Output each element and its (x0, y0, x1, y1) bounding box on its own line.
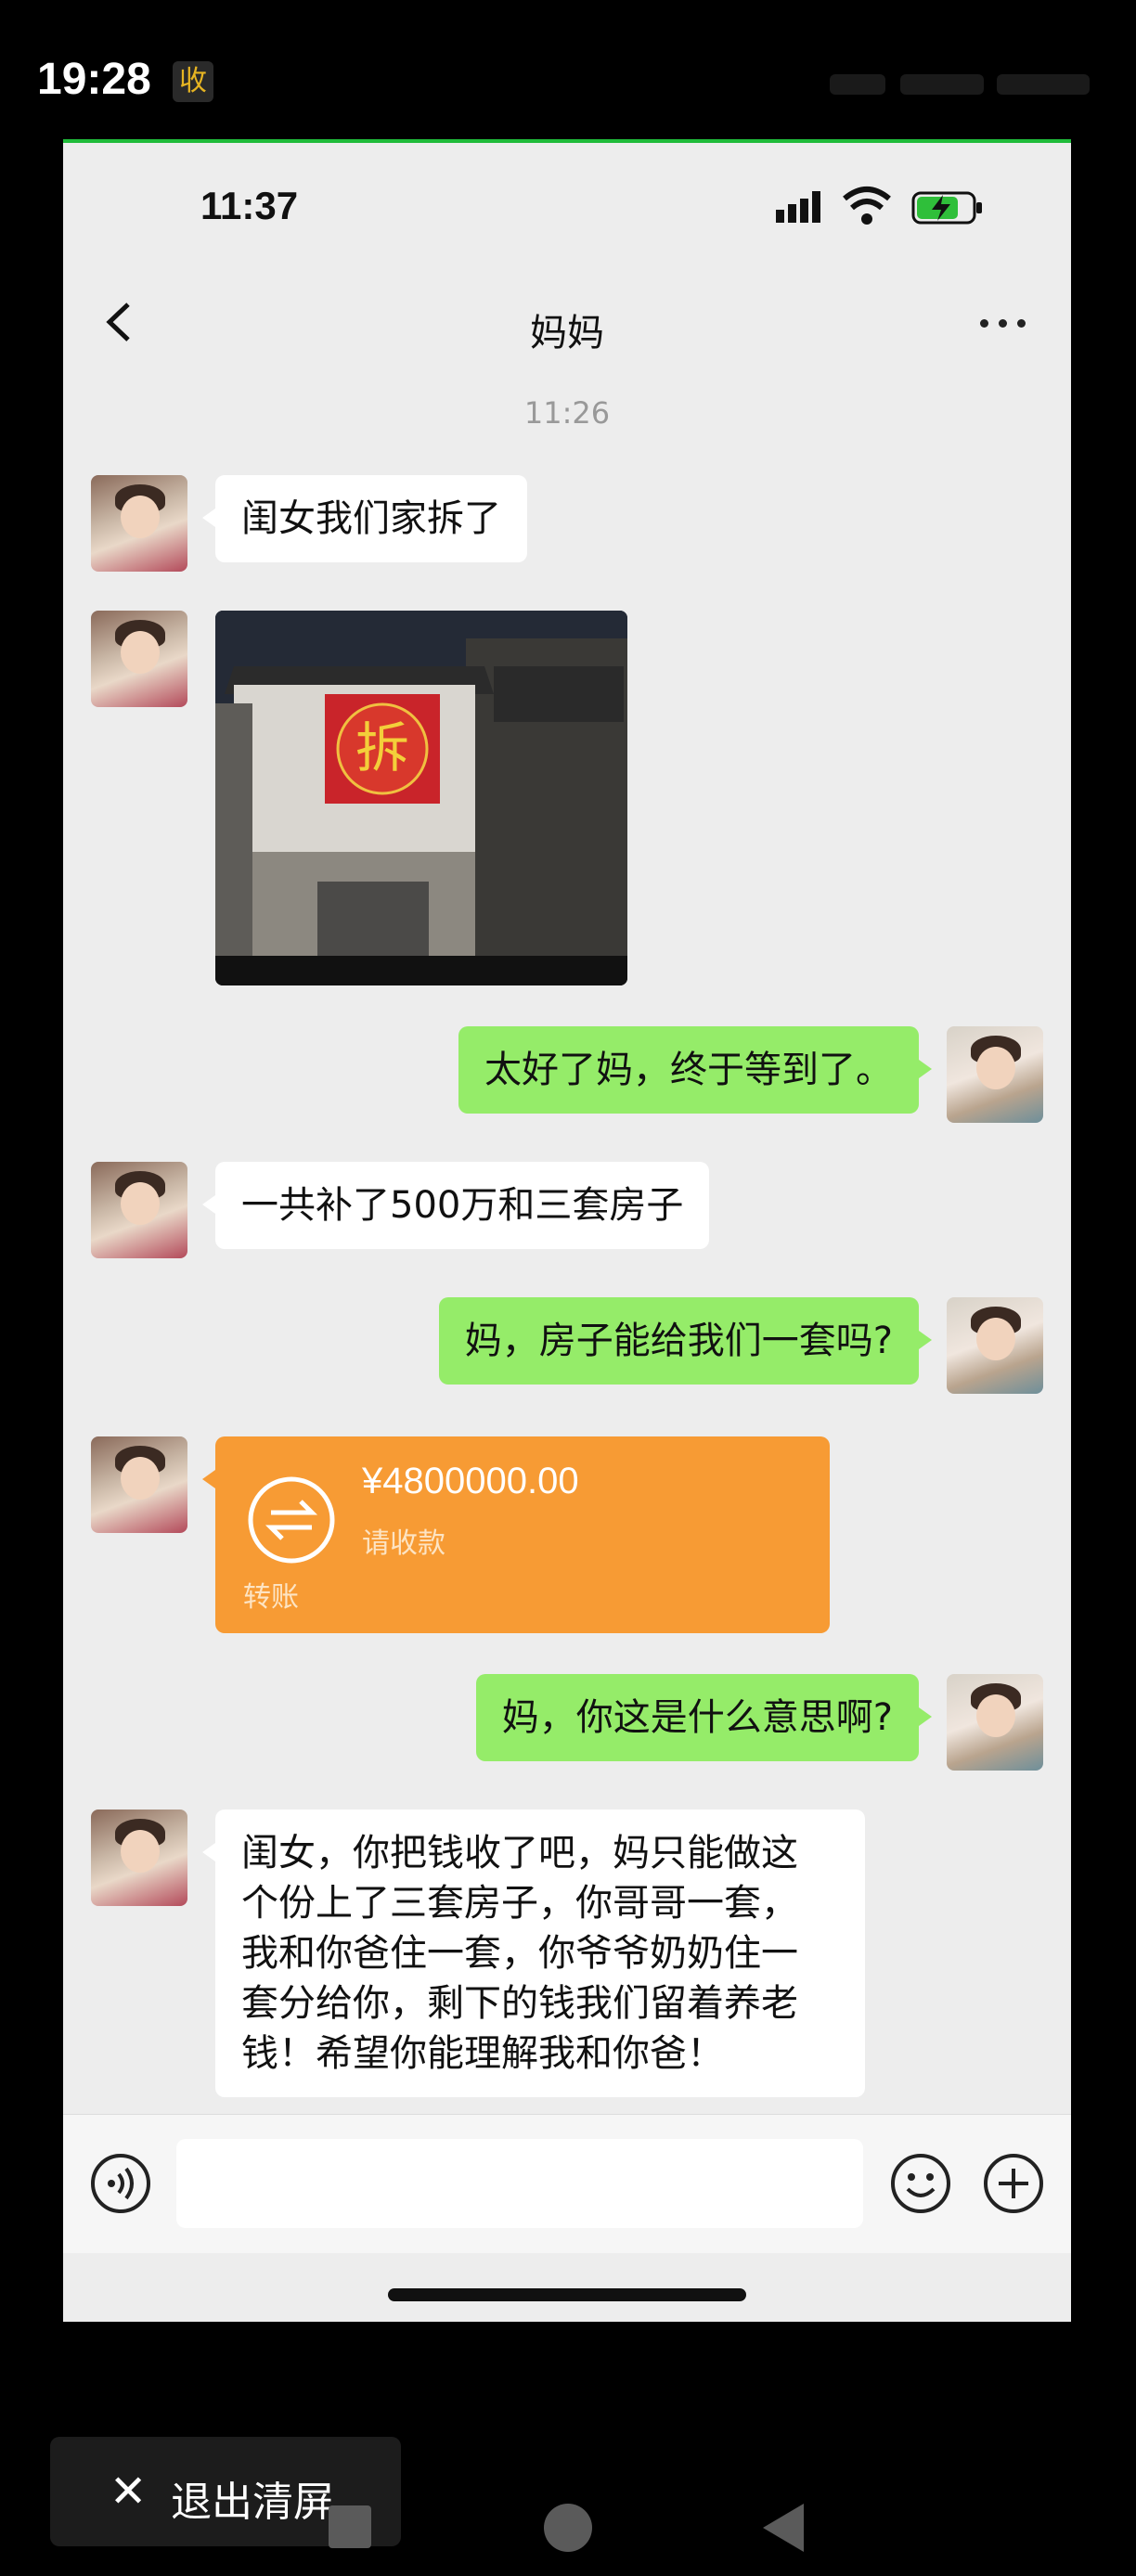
transfer-label: 转账 (243, 1581, 299, 1614)
message-line: 钱！希望你能理解我和你爸！ (241, 2032, 724, 2075)
outer-status-bar: 19:28 收 (0, 0, 1136, 139)
my-avatar[interactable] (947, 1297, 1043, 1394)
message-line: 我和你爸住一套，你爷爷奶奶住一 (241, 1932, 798, 1975)
outer-status-icons (820, 65, 1099, 102)
wechat-screenshot: 11:37 妈妈 11:26 闺女我们家拆了 拆 太好了妈，终于等到了。 一共补… (63, 139, 1071, 2322)
recent-apps-icon[interactable] (329, 2505, 371, 2548)
input-bar (63, 2114, 1071, 2253)
mom-avatar[interactable] (91, 1162, 187, 1258)
transfer-arrows-icon (248, 1476, 335, 1564)
plus-icon[interactable] (982, 2152, 1045, 2215)
message-line: 套分给你，剩下的钱我们留着养老 (241, 1982, 798, 2025)
transfer-card[interactable]: ¥4800000.00 请收款 转账 (202, 1436, 830, 1633)
system-nav-bar (0, 2496, 1136, 2570)
my-avatar[interactable] (947, 1674, 1043, 1771)
transfer-amount: ¥4800000.00 (362, 1461, 579, 1501)
house-illustration: 拆 (215, 611, 627, 985)
wifi-icon (843, 187, 891, 225)
message-bubble-outgoing[interactable]: 妈，你这是什么意思啊? (475, 1674, 933, 1761)
demolition-sign: 拆 (355, 716, 409, 779)
message-bubble-incoming[interactable]: 闺女我们家拆了 (202, 475, 527, 562)
battery-charging-icon (911, 191, 982, 225)
inner-clock: 11:37 (200, 184, 299, 227)
mom-avatar[interactable] (91, 1436, 187, 1533)
transfer-subtitle: 请收款 (362, 1527, 445, 1560)
notification-badge: 收 (173, 61, 213, 102)
home-icon[interactable] (544, 2504, 592, 2552)
demolition-house-photo[interactable]: 拆 (215, 611, 627, 985)
signal-icon (776, 191, 820, 223)
inner-status-bar: 11:37 (63, 143, 1071, 273)
more-options-icon[interactable] (976, 304, 1032, 341)
mom-avatar[interactable] (91, 611, 187, 707)
back-triangle-icon[interactable] (763, 2504, 804, 2552)
message-input[interactable] (176, 2139, 863, 2228)
outer-clock: 19:28 (37, 55, 151, 104)
message-bubble-incoming[interactable]: 闺女，你把钱收了吧，妈只能做这 个份上了三套房子，你哥哥一套， 我和你爸住一套，… (202, 1810, 865, 2097)
mom-avatar[interactable] (91, 475, 187, 572)
voice-input-icon[interactable] (89, 2152, 152, 2215)
emoji-icon[interactable] (889, 2152, 952, 2215)
message-line: 个份上了三套房子，你哥哥一套， (241, 1882, 798, 1925)
message-bubble-outgoing[interactable]: 太好了妈，终于等到了。 (458, 1026, 932, 1114)
message-bubble-incoming[interactable]: 一共补了500万和三套房子 (201, 1162, 710, 1249)
message-bubble-outgoing[interactable]: 妈，房子能给我们一套吗? (438, 1297, 933, 1385)
my-avatar[interactable] (947, 1026, 1043, 1123)
mom-avatar[interactable] (91, 1810, 187, 1906)
chat-header: 妈妈 (63, 273, 1071, 375)
chat-title: 妈妈 (530, 312, 604, 354)
message-timestamp: 11:26 (523, 395, 611, 431)
home-indicator (388, 2288, 746, 2301)
message-line: 闺女，你把钱收了吧，妈只能做这 (241, 1832, 798, 1874)
